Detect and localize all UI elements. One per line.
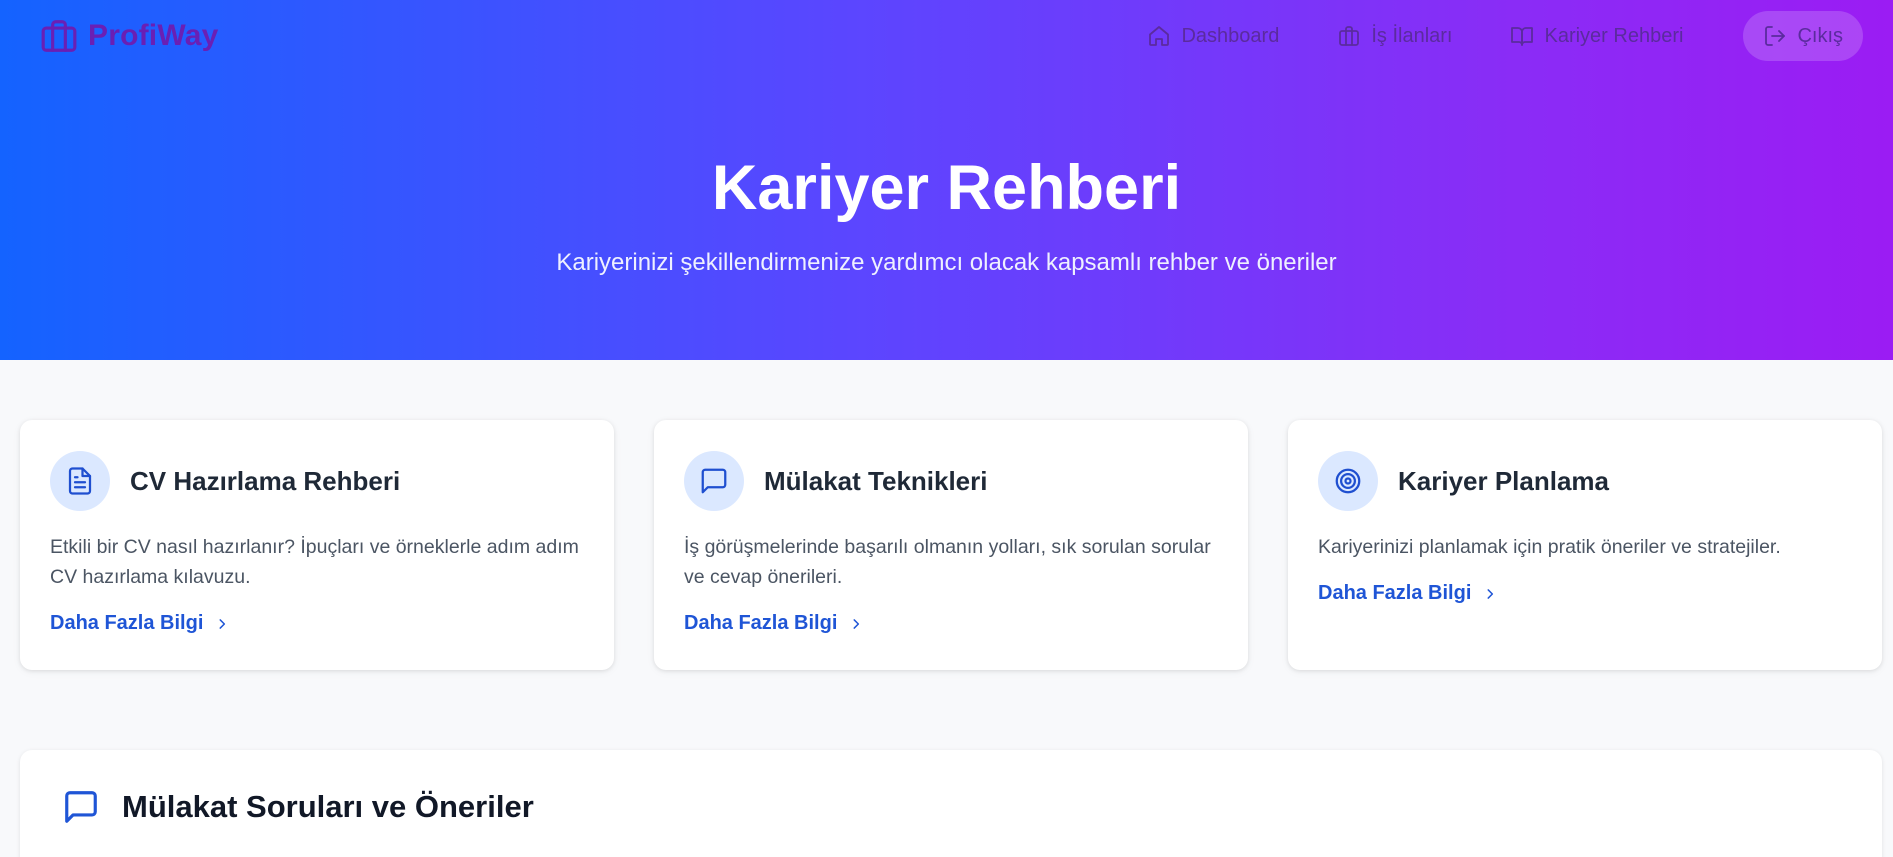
more-info-link[interactable]: Daha Fazla Bilgi [50, 612, 229, 635]
nav-links: Dashboard İş İlanları Kariyer Rehberi Çı… [1123, 11, 1863, 61]
more-info-label: Daha Fazla Bilgi [684, 612, 838, 634]
card-cv-guide: CV Hazırlama Rehberi Etkili bir CV nasıl… [20, 420, 614, 670]
document-icon [68, 467, 92, 495]
logout-icon [1765, 26, 1786, 46]
briefcase-icon [41, 20, 77, 52]
card-icon-wrap [50, 451, 110, 511]
briefcase-icon [1339, 26, 1360, 46]
more-info-link[interactable]: Daha Fazla Bilgi [1318, 582, 1497, 605]
chevron-right-icon [1487, 588, 1494, 599]
brand-name: ProfiWay [88, 19, 219, 52]
more-info-label: Daha Fazla Bilgi [50, 612, 204, 634]
card-career-planning: Kariyer Planlama Kariyerinizi planlamak … [1288, 420, 1882, 670]
nav-item-jobs[interactable]: İş İlanları [1313, 11, 1476, 61]
card-description: Etkili bir CV nasıl hazırlanır? İpuçları… [50, 536, 579, 588]
card-interview-techniques: Mülakat Teknikleri İş görüşmelerinde baş… [654, 420, 1248, 670]
logout-label: Çıkış [1797, 24, 1843, 47]
book-open-icon [1511, 27, 1534, 46]
nav-item-dashboard[interactable]: Dashboard [1123, 11, 1303, 61]
card-icon-wrap [684, 451, 744, 511]
card-icon-wrap [1318, 451, 1378, 511]
nav-item-career-guide[interactable]: Kariyer Rehberi [1486, 11, 1707, 61]
page-title: Kariyer Rehberi [711, 153, 1182, 223]
section-title: Mülakat Soruları ve Öneriler [122, 789, 534, 824]
nav-item-label: Dashboard [1181, 24, 1280, 47]
home-icon [1149, 26, 1170, 46]
top-navbar: ProfiWay Dashboard İş İlanları Kariyer R… [0, 0, 1893, 72]
guide-cards: CV Hazırlama Rehberi Etkili bir CV nasıl… [20, 420, 1882, 670]
chat-icon [65, 791, 97, 823]
card-description: İş görüşmelerinde başarılı olmanın yolla… [684, 536, 1211, 588]
card-title: Kariyer Planlama [1398, 465, 1610, 496]
chevron-right-icon [853, 618, 860, 629]
card-title: Mülakat Teknikleri [764, 465, 988, 496]
brand-logo[interactable]: ProfiWay [40, 17, 219, 55]
target-icon [1335, 468, 1361, 494]
logout-button[interactable]: Çıkış [1743, 11, 1863, 61]
card-description: Kariyerinizi planlamak için pratik öneri… [1318, 536, 1781, 558]
nav-item-label: İş İlanları [1371, 24, 1453, 47]
page-subtitle: Kariyerinizi şekillendirmenize yardımcı … [556, 249, 1337, 276]
card-title: CV Hazırlama Rehberi [130, 465, 401, 496]
more-info-label: Daha Fazla Bilgi [1318, 582, 1472, 604]
chevron-right-icon [219, 618, 226, 629]
nav-item-label: Kariyer Rehberi [1544, 24, 1684, 47]
more-info-link[interactable]: Daha Fazla Bilgi [684, 612, 863, 635]
interview-questions-section: Mülakat Soruları ve Öneriler [20, 750, 1882, 857]
chat-icon [701, 468, 727, 494]
